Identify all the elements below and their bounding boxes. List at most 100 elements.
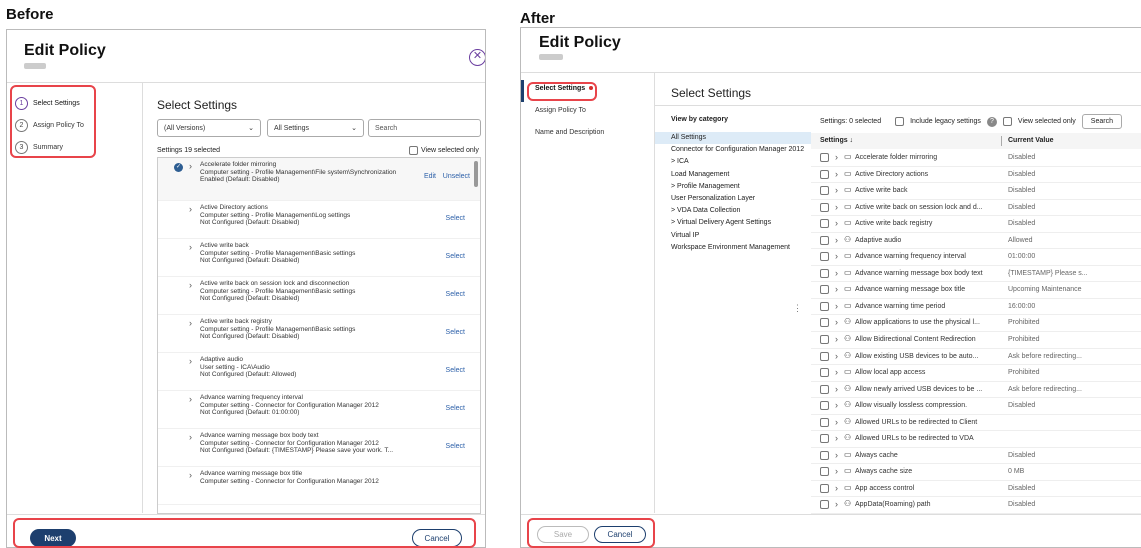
chevron-right-icon[interactable]: ›	[835, 284, 838, 294]
view-selected-checkbox[interactable]	[1002, 117, 1012, 126]
table-row[interactable]: › ▭ App access control Disabled	[811, 481, 1141, 498]
row-checkbox[interactable]	[820, 219, 829, 229]
view-selected-checkbox[interactable]	[409, 146, 418, 155]
edit-link[interactable]: Edit	[424, 173, 436, 180]
table-row[interactable]: › ⚇ Allow visually lossless compression. Di…	[811, 398, 1141, 415]
chevron-right-icon[interactable]: ›	[835, 499, 838, 509]
table-row[interactable]: › ⚇ Adaptive audio Allowed	[811, 233, 1141, 250]
table-row[interactable]: › ▭ Advance warning time period 16:00:00	[811, 299, 1141, 316]
chevron-right-icon[interactable]: ›	[835, 251, 838, 261]
category-item[interactable]: > VDA Data Collection	[655, 205, 811, 217]
chevron-right-icon[interactable]: ›	[189, 242, 192, 252]
include-legacy-checkbox[interactable]	[895, 117, 905, 126]
scrollbar-thumb[interactable]	[474, 161, 478, 187]
row-checkbox[interactable]	[820, 335, 829, 345]
row-checkbox[interactable]	[820, 351, 829, 361]
category-item[interactable]: All Settings	[655, 132, 811, 145]
row-checkbox[interactable]	[820, 235, 829, 245]
chevron-right-icon[interactable]: ›	[835, 202, 838, 212]
table-row[interactable]: › ⚇ Allow existing USB devices to be auto.…	[811, 349, 1141, 366]
table-row[interactable]: › ▭ Active write back on session lock and …	[811, 200, 1141, 217]
table-row[interactable]: › ⚇ Allow applications to use the physical…	[811, 315, 1141, 333]
table-row[interactable]: › ▭ Advance warning message box title Upcom…	[811, 282, 1141, 299]
search-input[interactable]: Search	[368, 119, 481, 137]
chevron-right-icon[interactable]: ›	[835, 301, 838, 311]
category-item[interactable]: > Virtual Delivery Agent Settings	[655, 217, 811, 229]
chevron-right-icon[interactable]: ›	[835, 384, 838, 394]
category-item[interactable]: > Profile Management	[655, 181, 811, 193]
chevron-right-icon[interactable]: ›	[835, 400, 838, 410]
list-item[interactable]: › Active write back Computer setting - Pro…	[158, 239, 480, 277]
chevron-right-icon[interactable]: ›	[835, 235, 838, 245]
row-checkbox[interactable]	[820, 434, 829, 444]
row-checkbox[interactable]	[820, 483, 829, 493]
chevron-right-icon[interactable]: ›	[835, 169, 838, 179]
table-row[interactable]: › ▭ Accelerate folder mirroring Disabled	[811, 150, 1141, 167]
view-selected-toggle[interactable]: View selected only	[409, 146, 479, 155]
select-link[interactable]: Select	[446, 405, 465, 412]
list-item[interactable]: › Advance warning frequency interval Compu…	[158, 391, 480, 429]
list-item[interactable]: › Advance warning message box title Comput…	[158, 467, 480, 505]
category-item[interactable]: Virtual IP	[655, 230, 811, 242]
chevron-right-icon[interactable]: ›	[189, 470, 192, 480]
category-select[interactable]: All Settings ⌄	[267, 119, 364, 137]
chevron-right-icon[interactable]: ›	[189, 280, 192, 290]
chevron-right-icon[interactable]: ›	[835, 450, 838, 460]
chevron-right-icon[interactable]: ›	[835, 433, 838, 443]
chevron-right-icon[interactable]: ›	[835, 317, 838, 327]
list-item[interactable]: ✓ › Accelerate folder mirroring Computer se…	[158, 158, 480, 201]
close-icon[interactable]: ✕	[469, 49, 485, 66]
chevron-right-icon[interactable]: ›	[835, 334, 838, 344]
row-checkbox[interactable]	[820, 450, 829, 460]
chevron-right-icon[interactable]: ›	[835, 218, 838, 228]
table-row[interactable]: › ⚇ Allowed URLs to be redirected to VDA	[811, 431, 1141, 448]
chevron-right-icon[interactable]: ›	[835, 268, 838, 278]
row-checkbox[interactable]	[820, 500, 829, 510]
table-row[interactable]: › ▭ Allow local app access Prohibited	[811, 365, 1141, 382]
select-link[interactable]: Select	[446, 329, 465, 336]
search-input[interactable]: Search	[1081, 114, 1122, 129]
chevron-right-icon[interactable]: ›	[835, 367, 838, 377]
row-checkbox[interactable]	[820, 268, 829, 278]
chevron-right-icon[interactable]: ›	[189, 204, 192, 214]
chevron-right-icon[interactable]: ›	[835, 466, 838, 476]
splitter-handle[interactable]: ⋮	[793, 304, 802, 313]
nav-item[interactable]: Assign Policy To	[521, 102, 655, 124]
help-icon[interactable]: ?	[986, 116, 997, 127]
chevron-right-icon[interactable]: ›	[189, 432, 192, 442]
chevron-right-icon[interactable]: ›	[189, 394, 192, 404]
col-settings[interactable]: Settings ↓	[820, 137, 853, 144]
chevron-right-icon[interactable]: ›	[835, 351, 838, 361]
list-item[interactable]: › Advance warning message box body text Co…	[158, 429, 480, 467]
table-row[interactable]: › ▭ Advance warning message box body text {…	[811, 266, 1141, 283]
select-link[interactable]: Select	[446, 215, 465, 222]
row-checkbox[interactable]	[820, 401, 829, 411]
list-item[interactable]: › Adaptive audio User setting - ICA\Audio N…	[158, 353, 480, 391]
row-checkbox[interactable]	[820, 285, 829, 295]
chevron-right-icon[interactable]: ›	[835, 152, 838, 162]
table-row[interactable]: › ▭ Always cache Disabled	[811, 448, 1141, 465]
table-row[interactable]: › ▭ Always cache size 0 MB	[811, 464, 1141, 481]
row-checkbox[interactable]	[820, 368, 829, 378]
list-item[interactable]: › Active write back registry Computer sett…	[158, 315, 480, 353]
select-link[interactable]: Select	[446, 291, 465, 298]
col-value[interactable]: Current Value	[1008, 137, 1054, 144]
table-row[interactable]: › ▭ Active Directory actions Disabled	[811, 167, 1141, 184]
chevron-right-icon[interactable]: ›	[189, 318, 192, 328]
select-link[interactable]: Select	[446, 443, 465, 450]
select-link[interactable]: Select	[446, 367, 465, 374]
chevron-right-icon[interactable]: ›	[189, 161, 192, 171]
row-checkbox[interactable]	[820, 417, 829, 427]
category-item[interactable]: User Personalization Layer	[655, 193, 811, 205]
table-row[interactable]: › ▭ Active write back registry Disabled	[811, 216, 1141, 233]
table-row[interactable]: › ⚇ AppData(Roaming) path Disabled	[811, 497, 1141, 515]
table-row[interactable]: › ⚇ Allowed URLs to be redirected to Clien…	[811, 415, 1141, 432]
category-item[interactable]: Load Management	[655, 169, 811, 181]
row-checkbox[interactable]	[820, 384, 829, 394]
row-checkbox[interactable]	[820, 169, 829, 179]
row-checkbox[interactable]	[820, 202, 829, 212]
chevron-right-icon[interactable]: ›	[835, 185, 838, 195]
list-item[interactable]: › Active write back on session lock and d…	[158, 277, 480, 315]
chevron-right-icon[interactable]: ›	[835, 483, 838, 493]
unselect-link[interactable]: Unselect	[443, 173, 470, 180]
